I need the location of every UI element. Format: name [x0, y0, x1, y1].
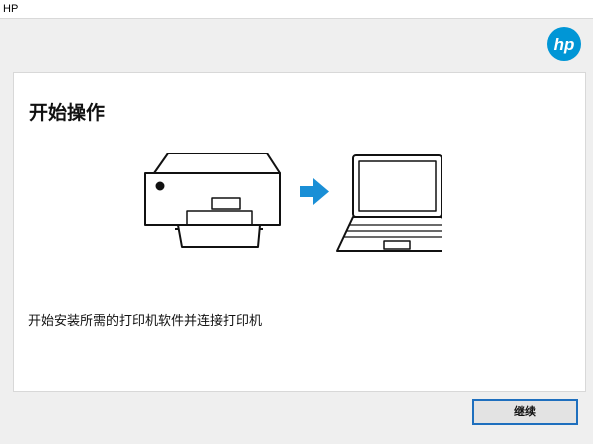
- page-title: 开始操作: [29, 102, 106, 124]
- title-bar: HP: [0, 0, 593, 19]
- hp-logo: hp: [546, 26, 582, 62]
- continue-button[interactable]: 继续: [472, 399, 578, 425]
- arrow-right-icon: [300, 178, 329, 205]
- page-description: 开始安装所需的打印机软件并连接打印机: [28, 314, 263, 329]
- hp-logo-text: hp: [554, 35, 575, 54]
- printer-icon: [144, 152, 281, 248]
- window-title: HP: [3, 3, 19, 15]
- printer-to-laptop-illustration: [142, 152, 459, 258]
- content-card: 开始操作 开始安装所需的打印机软件并连接打印机: [13, 72, 586, 392]
- laptop-icon: [336, 154, 459, 252]
- header-bar: [0, 19, 593, 68]
